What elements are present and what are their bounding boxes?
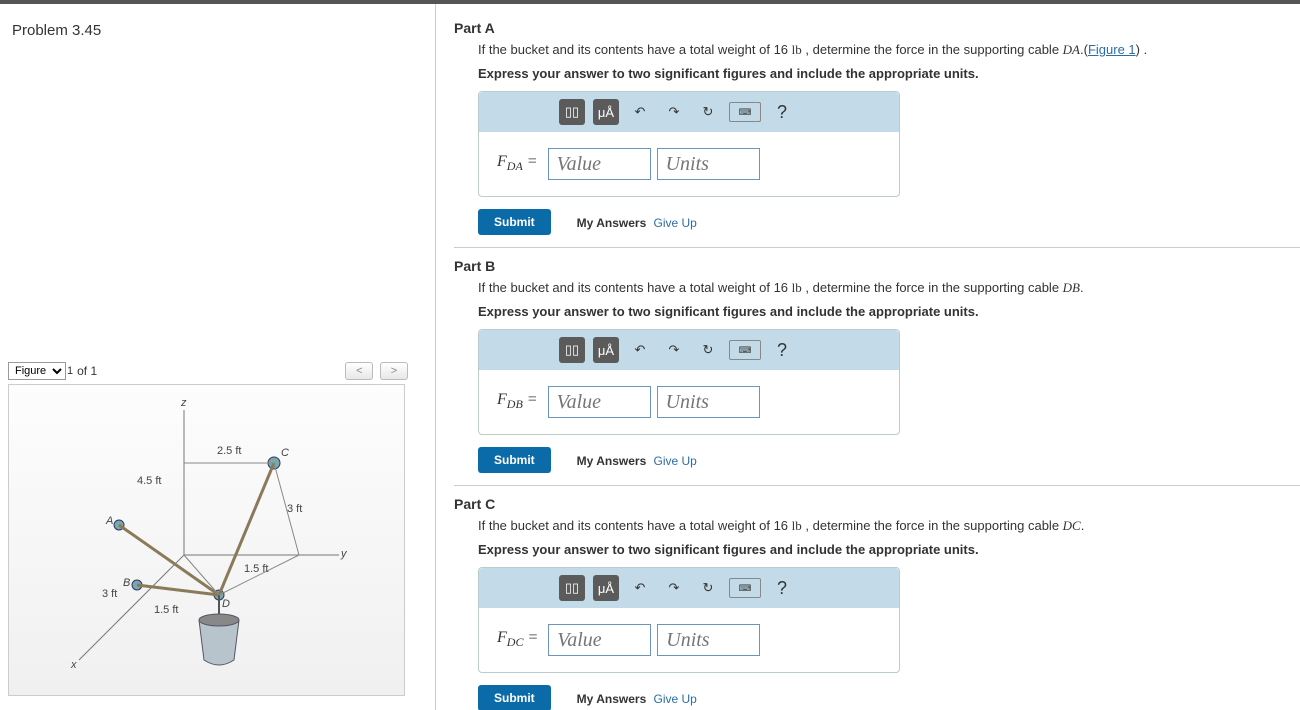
redo-icon[interactable]: ↷ — [661, 575, 687, 601]
help-icon[interactable]: ? — [769, 99, 795, 125]
part-A-give-up[interactable]: Give Up — [654, 216, 697, 230]
undo-icon[interactable]: ↶ — [627, 99, 653, 125]
part-A-my-answers[interactable]: My Answers — [577, 216, 647, 230]
figure-panel: Figure 1 of 1 < > — [8, 362, 408, 696]
section-divider — [454, 485, 1300, 486]
help-icon[interactable]: ? — [769, 337, 795, 363]
part-B-submit-button[interactable]: Submit — [478, 447, 551, 473]
redo-icon[interactable]: ↷ — [661, 337, 687, 363]
part-B-answer-box: ▯▯ μÅ ↶ ↷ ↻ ⌨ ? FDB = — [478, 329, 900, 435]
part-B-title: Part B — [454, 258, 1300, 274]
part-C-answer-box: ▯▯ μÅ ↶ ↷ ↻ ⌨ ? FDC = — [478, 567, 900, 673]
pt-B: B — [123, 577, 130, 589]
figure-prev-button[interactable]: < — [345, 362, 373, 380]
pt-D: D — [222, 598, 230, 610]
pt-A: A — [106, 515, 113, 527]
part-A-value-input[interactable] — [548, 148, 651, 180]
undo-icon[interactable]: ↶ — [627, 337, 653, 363]
part-B-units-input[interactable] — [657, 386, 760, 418]
help-icon[interactable]: ? — [769, 575, 795, 601]
figure-svg — [9, 385, 404, 695]
axis-z-label: z — [181, 397, 187, 409]
part-C-instruction: Express your answer to two significant f… — [478, 542, 1300, 557]
units-icon[interactable]: μÅ — [593, 337, 619, 363]
part-B-prompt: If the bucket and its contents have a to… — [478, 280, 1300, 296]
part-A-submit-button[interactable]: Submit — [478, 209, 551, 235]
section-divider — [454, 247, 1300, 248]
template-icon[interactable]: ▯▯ — [559, 575, 585, 601]
reset-icon[interactable]: ↻ — [695, 337, 721, 363]
dim-5: 1.5 ft — [154, 604, 178, 616]
redo-icon[interactable]: ↷ — [661, 99, 687, 125]
template-icon[interactable]: ▯▯ — [559, 99, 585, 125]
keyboard-icon[interactable]: ⌨ — [729, 340, 761, 360]
reset-icon[interactable]: ↻ — [695, 99, 721, 125]
dim-1: 2.5 ft — [217, 445, 241, 457]
part-B-value-input[interactable] — [548, 386, 651, 418]
part-C-toolbar: ▯▯ μÅ ↶ ↷ ↻ ⌨ ? — [479, 568, 899, 608]
part-B-give-up[interactable]: Give Up — [654, 454, 697, 468]
part-A-units-input[interactable] — [657, 148, 760, 180]
part-B-instruction: Express your answer to two significant f… — [478, 304, 1300, 319]
units-icon[interactable]: μÅ — [593, 99, 619, 125]
part-C-title: Part C — [454, 496, 1300, 512]
figure-of-text: of 1 — [77, 364, 97, 378]
part-B-my-answers[interactable]: My Answers — [577, 454, 647, 468]
keyboard-icon[interactable]: ⌨ — [729, 102, 761, 122]
part-C-give-up[interactable]: Give Up — [654, 692, 697, 706]
figure-canvas: z y x A B C D 4.5 ft 2.5 ft 3 ft 1.5 ft … — [8, 384, 405, 696]
part-B-var-label: FDB = — [497, 391, 538, 412]
problem-title: Problem 3.45 — [12, 22, 427, 39]
undo-icon[interactable]: ↶ — [627, 575, 653, 601]
part-C-my-answers[interactable]: My Answers — [577, 692, 647, 706]
part-A-answer-box: ▯▯ μÅ ↶ ↷ ↻ ⌨ ? FDA = — [478, 91, 900, 197]
part-A-instruction: Express your answer to two significant f… — [478, 66, 1300, 81]
part-C-var-label: FDC = — [497, 629, 538, 650]
figure-number: 1 — [67, 365, 73, 377]
axis-y-label: y — [341, 548, 347, 560]
template-icon[interactable]: ▯▯ — [559, 337, 585, 363]
units-icon[interactable]: μÅ — [593, 575, 619, 601]
figure-next-button[interactable]: > — [380, 362, 408, 380]
part-C-units-input[interactable] — [657, 624, 760, 656]
part-C-value-input[interactable] — [548, 624, 651, 656]
figure-select[interactable]: Figure — [8, 362, 66, 380]
dim-0: 4.5 ft — [137, 475, 161, 487]
part-B-toolbar: ▯▯ μÅ ↶ ↷ ↻ ⌨ ? — [479, 330, 899, 370]
dim-3: 1.5 ft — [244, 563, 268, 575]
part-C-prompt: If the bucket and its contents have a to… — [478, 518, 1300, 534]
part-C-submit-button[interactable]: Submit — [478, 685, 551, 710]
dim-4: 3 ft — [102, 588, 117, 600]
pt-C: C — [281, 447, 289, 459]
dim-2: 3 ft — [287, 503, 302, 515]
axis-x-label: x — [71, 659, 77, 671]
reset-icon[interactable]: ↻ — [695, 575, 721, 601]
part-A-var-label: FDA = — [497, 153, 538, 174]
part-A-prompt: If the bucket and its contents have a to… — [478, 42, 1300, 58]
part-A-toolbar: ▯▯ μÅ ↶ ↷ ↻ ⌨ ? — [479, 92, 899, 132]
part-A-title: Part A — [454, 20, 1300, 36]
figure-link[interactable]: Figure 1 — [1088, 42, 1136, 57]
keyboard-icon[interactable]: ⌨ — [729, 578, 761, 598]
